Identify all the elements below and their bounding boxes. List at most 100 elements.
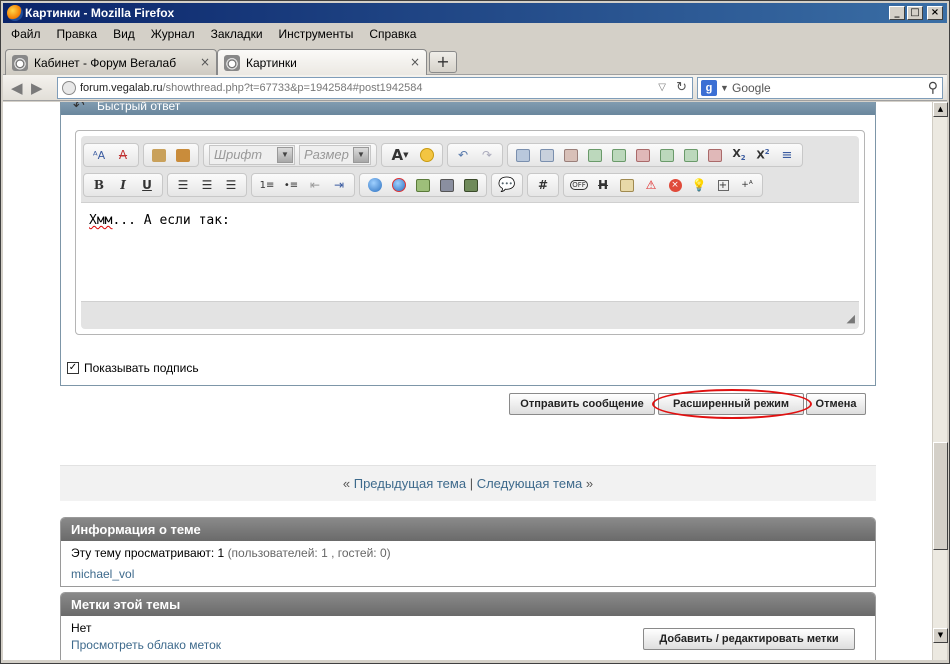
row-before-icon[interactable]	[585, 145, 605, 165]
window-title: Картинки - Mozilla Firefox	[25, 6, 175, 20]
font-style-icon[interactable]: ᴬA	[89, 145, 109, 165]
underline-icon[interactable]: U	[137, 175, 157, 195]
undo-icon[interactable]: ↶	[453, 145, 473, 165]
menu-history[interactable]: Журнал	[143, 25, 203, 43]
scroll-thumb[interactable]	[933, 442, 948, 550]
stop-icon[interactable]: ×	[665, 175, 685, 195]
message-textarea[interactable]: Хмм... А если так:	[81, 202, 859, 302]
warning-icon[interactable]: ⚠	[641, 175, 661, 195]
delete-row-icon[interactable]	[633, 145, 653, 165]
paste-word-icon[interactable]	[173, 145, 193, 165]
next-thread-link[interactable]: Следующая тема	[477, 476, 583, 491]
maximize-button[interactable]: □	[907, 6, 923, 20]
delete-col-icon[interactable]	[705, 145, 725, 165]
video-icon[interactable]	[461, 175, 481, 195]
indent-icon[interactable]: ⇥	[329, 175, 349, 195]
viewing-detail: (пользователей: 1 , гостей: 0)	[227, 546, 391, 560]
close-button[interactable]: ×	[927, 6, 943, 20]
italic-icon[interactable]: I	[113, 175, 133, 195]
unordered-list-icon[interactable]: •≡	[281, 175, 301, 195]
tip-icon[interactable]: 💡	[689, 175, 709, 195]
viewing-label: Эту тему просматривают: 1	[71, 546, 225, 560]
link-icon[interactable]	[365, 175, 385, 195]
subscript-icon[interactable]: X2	[729, 145, 749, 165]
table-icon[interactable]	[513, 145, 533, 165]
tab-close-icon[interactable]: ×	[200, 55, 210, 69]
tags-heading: Метки этой темы	[61, 593, 875, 616]
url-dropdown-icon[interactable]: ▽	[658, 78, 666, 98]
menu-bookmarks[interactable]: Закладки	[203, 25, 271, 43]
prev-thread-link[interactable]: Предыдущая тема	[354, 476, 466, 491]
site-identity-icon[interactable]	[62, 81, 76, 95]
toolbar-row-1: ᴬA A Шрифт ▼ Размер ▼ A ▼ ↶ ↷ X2 X2 ≡	[83, 142, 807, 168]
new-tab-button[interactable]: +	[429, 51, 457, 73]
paste-icon[interactable]	[149, 145, 169, 165]
offtopic-icon[interactable]: OFF	[569, 175, 589, 195]
url-path: /showthread.php?t=67733&p=1942584#post19…	[162, 82, 423, 94]
menu-file[interactable]: Файл	[3, 25, 49, 43]
engine-dropdown-icon[interactable]: ▼	[720, 78, 729, 98]
strike-icon[interactable]: H	[593, 175, 613, 195]
window-controls: _ □ ×	[889, 6, 943, 20]
unlink-icon[interactable]	[389, 175, 409, 195]
submit-button[interactable]: Отправить сообщение	[509, 393, 655, 415]
bold-icon[interactable]: B	[89, 175, 109, 195]
google-engine-icon[interactable]: g	[701, 80, 717, 96]
prev-prefix: «	[342, 476, 351, 491]
col-after-icon[interactable]	[681, 145, 701, 165]
hash-icon[interactable]: #	[533, 175, 553, 195]
attachment-icon[interactable]	[437, 175, 457, 195]
tab-cabinet[interactable]: Кабинет - Форум Вегалаб ×	[5, 49, 217, 75]
tab-label: Картинки	[246, 56, 297, 70]
font-select[interactable]: Шрифт ▼	[209, 145, 295, 165]
size-select[interactable]: Размер ▼	[299, 145, 371, 165]
menu-view[interactable]: Вид	[105, 25, 143, 43]
cancel-button[interactable]: Отмена	[806, 393, 866, 415]
table-props-icon[interactable]	[537, 145, 557, 165]
vertical-scrollbar[interactable]: ▲ ▼	[932, 102, 948, 660]
collapse-arrow-icon[interactable]: ↶	[73, 102, 85, 115]
tab-pictures[interactable]: Картинки ×	[217, 49, 427, 76]
menu-tools[interactable]: Инструменты	[271, 25, 362, 43]
show-signature-label: Показывать подпись	[84, 361, 199, 375]
highlight-oval	[652, 389, 812, 419]
nav-separator: |	[469, 476, 474, 491]
url-bar[interactable]: forum.vegalab.ru/showthread.php?t=67733&…	[57, 77, 693, 99]
back-icon[interactable]: ◀	[11, 79, 23, 97]
search-bar[interactable]: g ▼ Google ⚲	[697, 77, 943, 99]
menu-edit[interactable]: Правка	[49, 25, 106, 43]
font-color-icon[interactable]: A ▼	[387, 145, 413, 165]
remove-format-icon[interactable]: A	[113, 145, 133, 165]
scroll-up-icon[interactable]: ▲	[933, 102, 948, 117]
clipboard-icon[interactable]	[617, 175, 637, 195]
smiley-icon[interactable]	[417, 145, 437, 165]
resize-grip-icon[interactable]: ◢	[847, 312, 855, 325]
align-left-icon[interactable]: ☰	[173, 175, 193, 195]
outdent-icon[interactable]: ⇤	[305, 175, 325, 195]
viewer-user-link[interactable]: michael_vol	[71, 567, 865, 581]
scroll-down-icon[interactable]: ▼	[933, 628, 948, 643]
expand-icon[interactable]: +ᴬ	[737, 175, 757, 195]
edit-tags-button[interactable]: Добавить / редактировать метки	[643, 628, 855, 650]
tab-close-icon[interactable]: ×	[410, 55, 420, 69]
cell-props-icon[interactable]	[561, 145, 581, 165]
align-center-icon[interactable]: ☰	[197, 175, 217, 195]
quote-icon[interactable]: 💬	[497, 175, 517, 195]
redo-icon[interactable]: ↷	[477, 145, 497, 165]
search-icon[interactable]: ⚲	[928, 78, 938, 98]
show-signature-checkbox[interactable]: ✓	[67, 362, 79, 374]
horizontal-rule-icon[interactable]: ≡	[777, 145, 797, 165]
superscript-icon[interactable]: X2	[753, 145, 773, 165]
ordered-list-icon[interactable]: 1≡	[257, 175, 277, 195]
reload-icon[interactable]: ↻	[676, 78, 687, 98]
spoiler-icon[interactable]: +	[713, 175, 733, 195]
menu-help[interactable]: Справка	[361, 25, 424, 43]
col-before-icon[interactable]	[657, 145, 677, 165]
minimize-button[interactable]: _	[889, 6, 905, 20]
row-after-icon[interactable]	[609, 145, 629, 165]
align-right-icon[interactable]: ☰	[221, 175, 241, 195]
quick-reply-panel: ↶ Быстрый ответ ᴬA A Шрифт ▼ Размер ▼ A …	[60, 102, 876, 386]
forward-icon[interactable]: ▶	[31, 79, 43, 97]
image-icon[interactable]	[413, 175, 433, 195]
firefox-window: Картинки - Mozilla Firefox _ □ × Файл Пр…	[0, 0, 950, 664]
